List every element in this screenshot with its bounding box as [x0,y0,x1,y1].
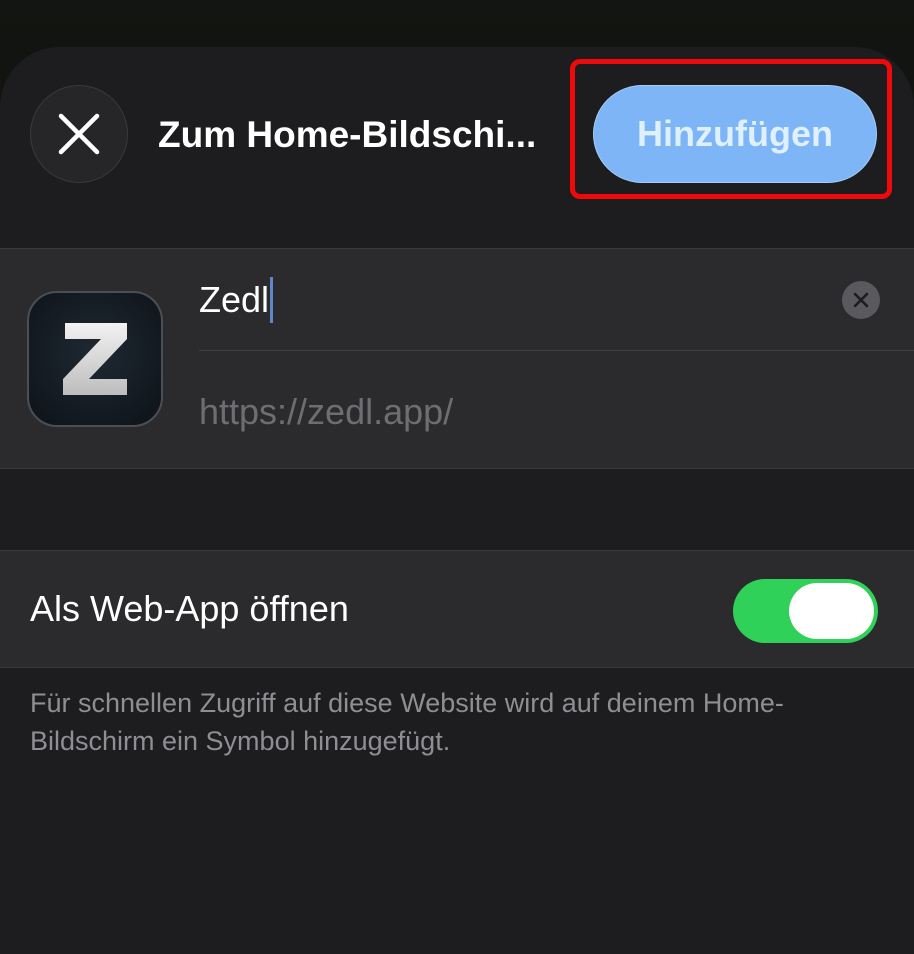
close-button[interactable] [30,85,128,183]
close-icon [58,113,100,155]
bookmark-card: Zedl https://zedl.app/ [0,248,914,469]
name-field[interactable]: Zedl [199,275,819,325]
toggle-knob [789,583,874,639]
name-field-value: Zedl [199,279,270,320]
field-separator [199,350,914,351]
clear-text-icon [853,292,869,308]
clear-text-button[interactable] [842,281,880,319]
text-cursor [270,277,274,323]
add-button[interactable]: Hinzufügen [593,85,877,183]
add-to-home-sheet: Zum Home-Bildschi... Hinzufügen Zedl htt… [0,47,914,954]
url-text: https://zedl.app/ [199,391,454,432]
sheet-title: Zum Home-Bildschi... [158,114,537,155]
webapp-card: Als Web-App öffnen [0,550,914,668]
footnote-text: Für schnellen Zugriff auf diese Website … [30,688,784,756]
webapp-label: Als Web-App öffnen [30,588,349,629]
webapp-toggle[interactable] [733,579,878,643]
zedl-app-icon [27,291,163,427]
